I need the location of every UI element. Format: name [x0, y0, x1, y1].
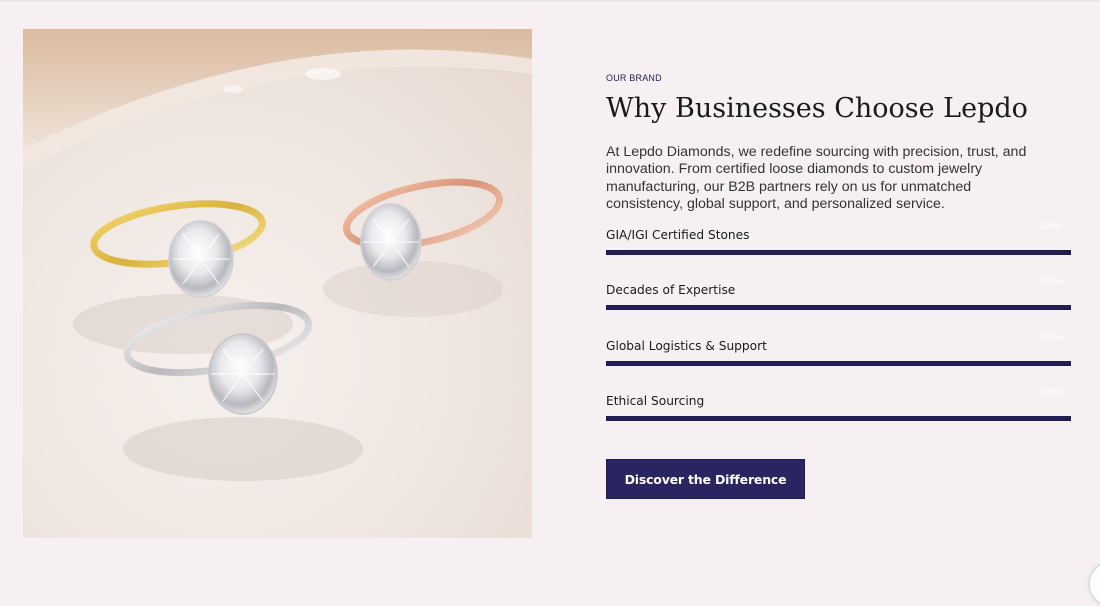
- eyebrow-label: OUR BRAND: [606, 73, 662, 83]
- section-title: Why Businesses Choose Lepdo: [606, 93, 1028, 124]
- skill-label: Global Logistics & Support: [606, 338, 767, 353]
- discover-difference-button[interactable]: Discover the Difference: [606, 459, 805, 499]
- skill-progress-bar: [606, 360, 1071, 366]
- skill-label: Ethical Sourcing: [606, 394, 705, 409]
- skill-list: GIA/IGI Certified Stones 100% Decades of…: [606, 221, 1072, 448]
- top-divider: [0, 0, 1100, 2]
- skill-value: 100%: [1038, 220, 1062, 231]
- section-description: At Lepdo Diamonds, we redefine sourcing …: [606, 144, 1027, 213]
- skill-item: Global Logistics & Support 100%: [606, 332, 1072, 393]
- skill-label: Decades of Expertise: [606, 283, 736, 298]
- skill-item: Ethical Sourcing 100%: [606, 387, 1072, 448]
- skill-value: 100%: [1038, 331, 1062, 342]
- chat-widget-button[interactable]: [1090, 562, 1100, 606]
- skill-progress-bar: [606, 416, 1071, 422]
- skill-value: 100%: [1038, 276, 1062, 287]
- skill-progress-fill: [606, 305, 1071, 311]
- skill-progress-bar: [606, 305, 1071, 311]
- skill-label: GIA/IGI Certified Stones: [606, 227, 750, 242]
- skill-value: 100%: [1038, 387, 1062, 398]
- skill-progress-fill: [606, 416, 1071, 422]
- skill-progress-fill: [606, 360, 1071, 366]
- skill-item: Decades of Expertise 100%: [606, 276, 1072, 337]
- brand-content: OUR BRAND Why Businesses Choose Lepdo At…: [606, 72, 1072, 448]
- rings-image: [23, 29, 532, 538]
- skill-progress-fill: [606, 249, 1071, 255]
- skill-item: GIA/IGI Certified Stones 100%: [606, 221, 1072, 282]
- skill-progress-bar: [606, 249, 1071, 255]
